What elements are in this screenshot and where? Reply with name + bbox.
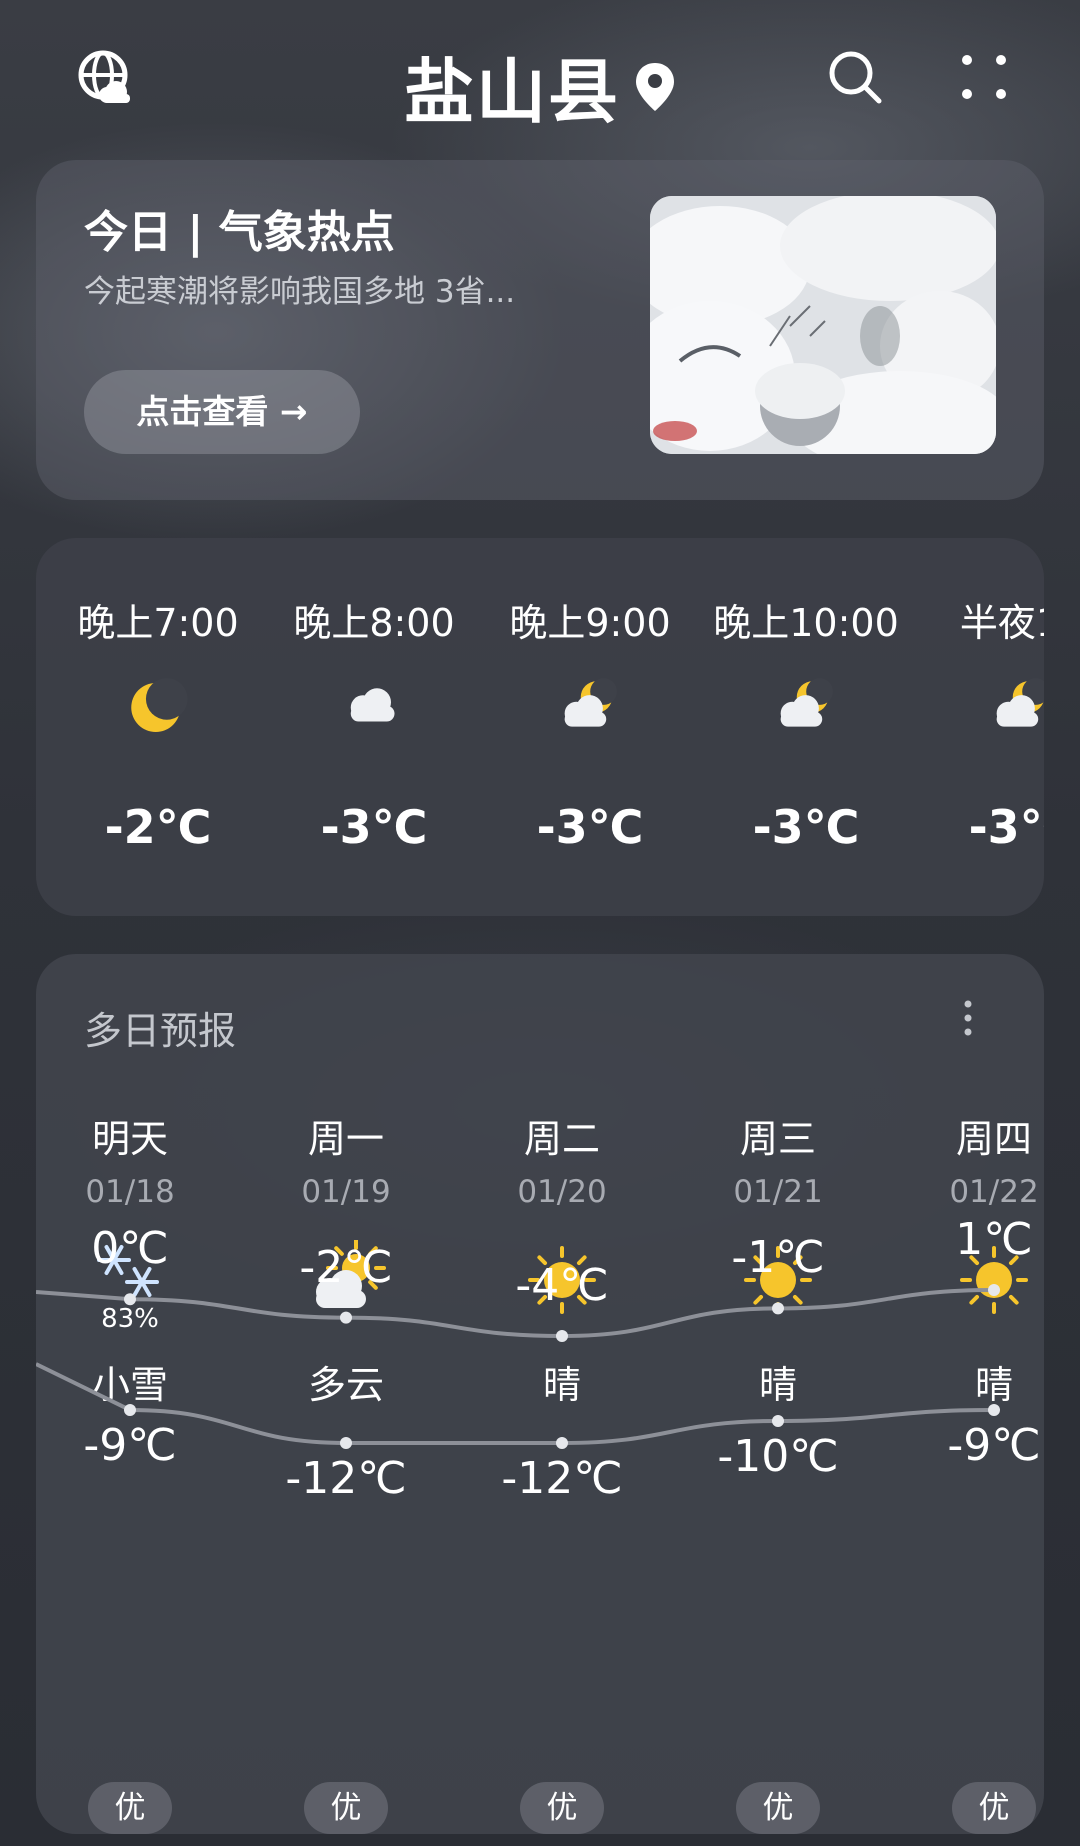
more-grid-icon[interactable] <box>955 48 1015 108</box>
high-temp-line-point <box>988 1284 1000 1296</box>
high-temp-line-point <box>124 1293 136 1306</box>
high-temp-line-point <box>772 1302 784 1315</box>
hour-time: 半夜11 <box>959 601 1044 645</box>
hotspot-title: 今日 | 气象热点 <box>84 207 395 258</box>
high-temp-line-point <box>340 1311 352 1324</box>
high-temp-line-point <box>556 1330 568 1342</box>
hour-time: 晚上7:00 <box>77 601 239 645</box>
city-name: 盐山县 <box>404 51 620 133</box>
moon-cloud-icon <box>774 676 844 746</box>
low-temp-line-point <box>340 1437 352 1449</box>
multi-day-forecast-card[interactable]: 多日预报 明天 01/18 83% 小雪 优 周一 01/19 多云 优 周二 … <box>36 954 1044 1834</box>
hour-temp: -3℃ <box>968 800 1044 854</box>
high-temp-label: -1℃ <box>731 1232 825 1284</box>
search-icon[interactable] <box>826 48 886 108</box>
low-temp-label: -9℃ <box>83 1420 177 1471</box>
low-temp-label: -10℃ <box>717 1431 839 1482</box>
view-button[interactable]: 点击查看 → <box>84 370 360 454</box>
hour-time: 晚上8:00 <box>293 601 455 645</box>
top-bar: 盐山县 <box>0 0 1080 160</box>
low-temp-label: -9℃ <box>947 1420 1041 1471</box>
hour-temp: -3℃ <box>536 800 644 854</box>
low-temp-label: -12℃ <box>501 1453 623 1504</box>
moon-cloud-icon <box>990 676 1044 746</box>
low-temp-line-point <box>556 1437 568 1449</box>
high-temp-label: -4℃ <box>515 1260 609 1311</box>
low-temp-line-point <box>988 1404 1000 1416</box>
moon-cloud-icon <box>558 676 628 746</box>
hour-temp: -3℃ <box>752 800 860 854</box>
high-temp-label: 1℃ <box>955 1214 1033 1265</box>
temperature-curves <box>36 1284 1000 1449</box>
location-pin-icon <box>636 62 674 111</box>
cloud-icon <box>342 676 412 746</box>
hourly-forecast-card[interactable]: 晚上7:00 -2℃ 晚上8:00 -3℃ 晚上9:00 -3℃ 晚上10:00… <box>36 538 1044 916</box>
moon-icon <box>126 676 196 746</box>
hour-temp: -2℃ <box>104 800 212 854</box>
high-temp-label: 0℃ <box>91 1223 169 1275</box>
snow-photo[interactable] <box>650 196 996 454</box>
city-title[interactable]: 盐山县 <box>0 36 1080 137</box>
weather-hotspot-card[interactable]: 今日 | 气象热点 今起寒潮将影响我国多地 3省... 点击查看 → <box>36 160 1044 500</box>
low-temp-line-point <box>124 1404 136 1416</box>
hour-time: 晚上10:00 <box>713 601 899 645</box>
hour-temp: -3℃ <box>320 800 428 854</box>
low-temp-line-point <box>772 1415 784 1427</box>
high-temp-label: -2℃ <box>299 1241 393 1293</box>
hour-time: 晚上9:00 <box>509 601 671 645</box>
low-temp-label: -12℃ <box>285 1453 407 1504</box>
hotspot-subtitle: 今起寒潮将影响我国多地 3省... <box>84 274 516 310</box>
